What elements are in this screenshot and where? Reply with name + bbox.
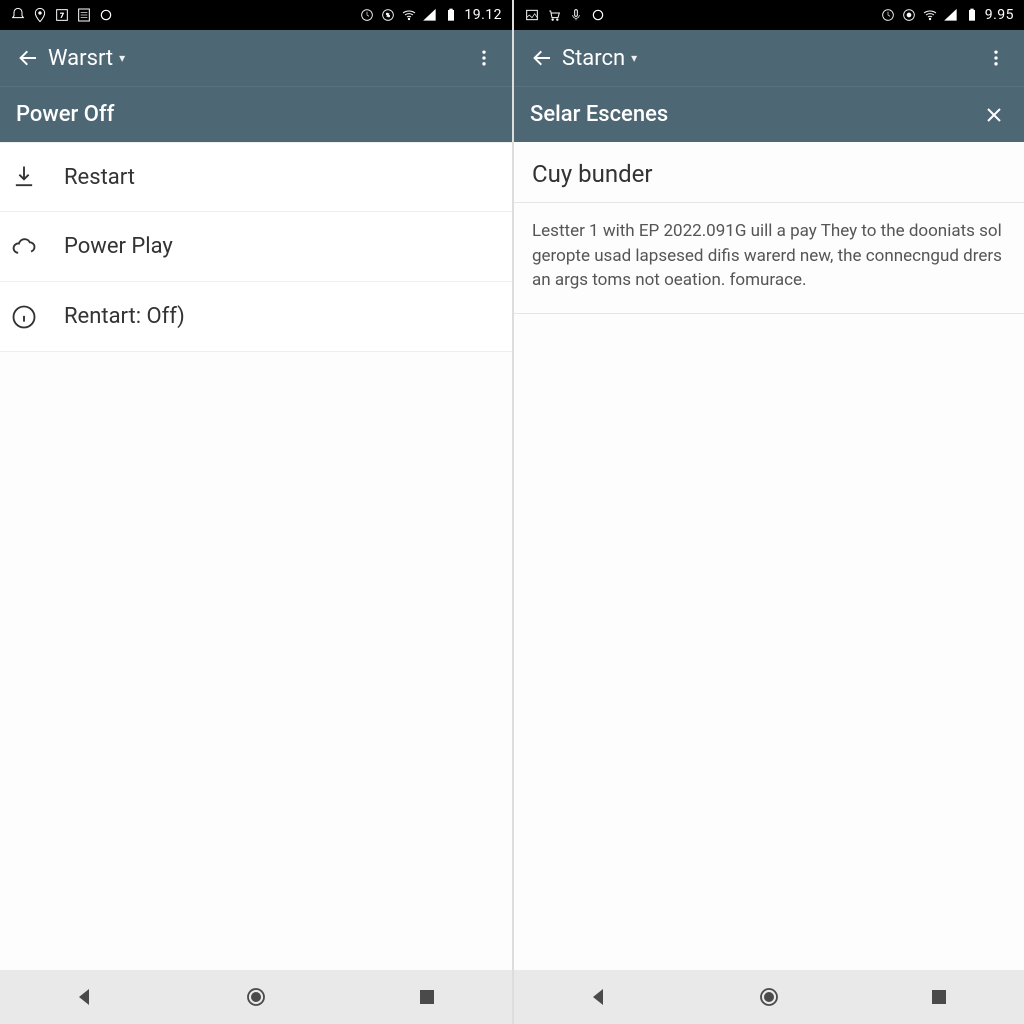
app-bar: Warsrt ▾: [0, 30, 512, 86]
status-bar: 9.95: [514, 0, 1024, 30]
nav-back-button[interactable]: [564, 977, 634, 1017]
subheader-label: Power Off: [16, 102, 114, 127]
location-icon: [32, 7, 48, 23]
empty-area: [514, 314, 1024, 970]
status-bar: 7 % 19.12: [0, 0, 512, 30]
calc-icon: [76, 7, 92, 23]
back-button[interactable]: [522, 38, 562, 78]
back-button[interactable]: [8, 38, 48, 78]
cloud-icon: [4, 227, 44, 267]
nav-recent-button[interactable]: [904, 977, 974, 1017]
status-right: 9.95: [880, 7, 1014, 23]
overflow-button[interactable]: [464, 38, 504, 78]
circle-icon: [98, 7, 114, 23]
appbar-title[interactable]: Warsrt ▾: [48, 46, 125, 71]
empty-area: [0, 352, 512, 970]
mic-icon: [568, 7, 584, 23]
card-title: Cuy bunder: [532, 160, 1006, 188]
card-header: Cuy bunder: [514, 142, 1024, 203]
app-icon: 7: [54, 7, 70, 23]
subheader: Selar Escenes: [514, 86, 1024, 142]
list-item-label: Power Play: [64, 234, 173, 259]
battery-icon: [443, 7, 459, 23]
appbar-title-text: Starcn: [562, 46, 625, 71]
download-icon: [4, 157, 44, 197]
list-item-restart[interactable]: Restart: [0, 142, 512, 212]
list-item-power-play[interactable]: Power Play: [0, 212, 512, 282]
screen-left: 7 % 19.12 Warsrt ▾: [0, 0, 512, 1024]
chevron-down-icon: ▾: [631, 51, 637, 65]
option-list: Restart Power Play Rentart: Off): [0, 142, 512, 352]
signal-icon: [943, 7, 959, 23]
appbar-title-text: Warsrt: [48, 46, 113, 71]
appbar-title[interactable]: Starcn ▾: [562, 46, 637, 71]
status-left: 7: [10, 7, 114, 23]
close-button[interactable]: [980, 101, 1008, 129]
circle-icon: [590, 7, 606, 23]
battery-icon: [964, 7, 980, 23]
nav-bar: [0, 970, 512, 1024]
list-item-rentart-off[interactable]: Rentart: Off): [0, 282, 512, 352]
svg-text:%: %: [386, 13, 390, 19]
nav-home-button[interactable]: [734, 977, 804, 1017]
status-left: [524, 7, 606, 23]
chevron-down-icon: ▾: [119, 51, 125, 65]
screen-right: 9.95 Starcn ▾ Selar Escenes Cuy bunder: [512, 0, 1024, 1024]
nav-recent-button[interactable]: [392, 977, 462, 1017]
status-clock: 9.95: [985, 7, 1014, 23]
sync-icon: [880, 7, 896, 23]
data-icon: [901, 7, 917, 23]
cart-icon: [546, 7, 562, 23]
list-item-label: Restart: [64, 165, 135, 190]
sync-icon: [359, 7, 375, 23]
list-item-label: Rentart: Off): [64, 304, 185, 329]
notification-icon: [10, 7, 26, 23]
data-icon: %: [380, 7, 396, 23]
subheader: Power Off: [0, 86, 512, 142]
status-right: % 19.12: [359, 7, 502, 23]
signal-icon: [422, 7, 438, 23]
info-icon: [4, 297, 44, 337]
card-body: Lestter 1 with EP 2022.091G uill a pay T…: [514, 203, 1024, 314]
overflow-button[interactable]: [976, 38, 1016, 78]
nav-back-button[interactable]: [50, 977, 120, 1017]
wifi-icon: [401, 7, 417, 23]
nav-home-button[interactable]: [221, 977, 291, 1017]
image-icon: [524, 7, 540, 23]
svg-text:7: 7: [60, 12, 64, 20]
card-body-text: Lestter 1 with EP 2022.091G uill a pay T…: [532, 219, 1006, 293]
status-clock: 19.12: [464, 7, 502, 23]
nav-bar: [514, 970, 1024, 1024]
wifi-icon: [922, 7, 938, 23]
subheader-label: Selar Escenes: [530, 102, 668, 127]
app-bar: Starcn ▾: [514, 30, 1024, 86]
